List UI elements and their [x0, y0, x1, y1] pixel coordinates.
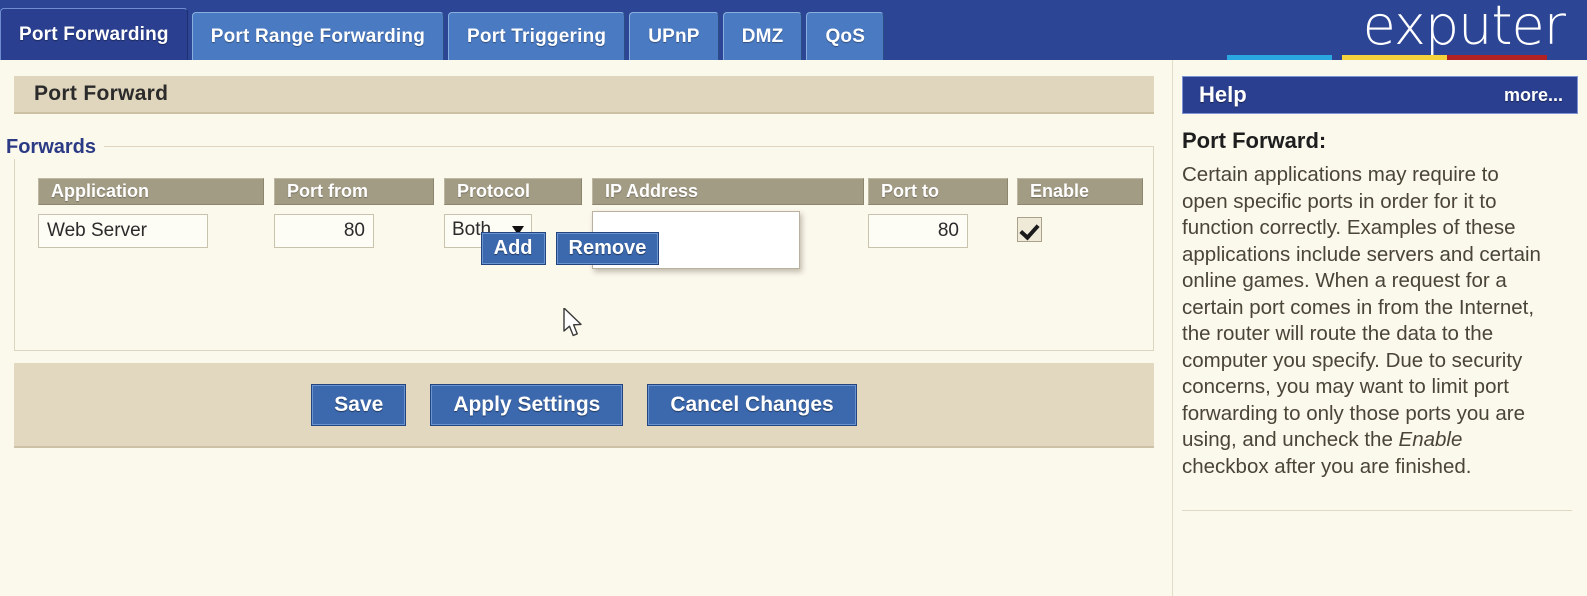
- save-button[interactable]: Save: [311, 383, 407, 426]
- help-text-part1: Certain applications may require to open…: [1182, 163, 1541, 451]
- help-divider: [1182, 510, 1572, 511]
- help-header: Help more...: [1182, 76, 1578, 114]
- brand-logo-text: exputer: [1362, 0, 1566, 57]
- settings-pane: Port Forward Forwards Application Port f…: [0, 60, 1165, 596]
- help-text-emphasis: Enable: [1398, 428, 1463, 451]
- apply-settings-button[interactable]: Apply Settings: [430, 383, 624, 426]
- tab-label: Port Forwarding: [19, 23, 169, 45]
- forwards-legend: Forwards: [0, 136, 105, 159]
- column-header-application: Application: [38, 178, 264, 205]
- column-header-port-to: Port to: [868, 178, 1008, 205]
- page-title: Port Forward: [14, 76, 1154, 114]
- column-header-protocol: Protocol: [444, 178, 582, 205]
- tab-label: Port Range Forwarding: [210, 25, 426, 47]
- tab-port-range-forwarding[interactable]: Port Range Forwarding: [191, 12, 445, 60]
- help-text-part2: checkbox after you are finished.: [1182, 454, 1472, 478]
- tab-qos[interactable]: QoS: [806, 12, 885, 60]
- tab-port-forwarding[interactable]: Port Forwarding: [0, 8, 188, 60]
- tab-list: Port Forwarding Port Range Forwarding Po…: [0, 8, 885, 60]
- row-action-buttons: Add Remove: [0, 232, 1140, 265]
- brand-logo: exputer: [1185, 0, 1566, 60]
- tab-port-triggering[interactable]: Port Triggering: [448, 12, 626, 60]
- page-content: Port Forward Forwards Application Port f…: [0, 60, 1587, 596]
- help-more-link[interactable]: more...: [1504, 85, 1563, 106]
- add-button[interactable]: Add: [480, 232, 546, 265]
- help-title: Help: [1199, 82, 1247, 107]
- tab-label: QoS: [825, 25, 866, 47]
- tab-label: UPnP: [648, 25, 700, 47]
- remove-button[interactable]: Remove: [555, 232, 660, 265]
- column-header-ip-address: IP Address: [592, 178, 864, 205]
- top-tab-bar: Port Forwarding Port Range Forwarding Po…: [0, 0, 1587, 60]
- cancel-changes-button[interactable]: Cancel Changes: [647, 383, 857, 426]
- help-body: Port Forward: Certain applications may r…: [1182, 128, 1582, 480]
- help-subtitle: Port Forward:: [1182, 128, 1327, 153]
- action-bar: Save Apply Settings Cancel Changes: [14, 363, 1154, 448]
- help-pane: Help more... Port Forward: Certain appli…: [1172, 60, 1587, 596]
- column-header-port-from: Port from: [274, 178, 434, 205]
- tab-label: DMZ: [741, 25, 784, 47]
- tab-dmz[interactable]: DMZ: [722, 12, 803, 60]
- tab-label: Port Triggering: [467, 25, 607, 47]
- column-header-enable: Enable: [1017, 178, 1143, 205]
- help-description: Certain applications may require to open…: [1182, 162, 1550, 480]
- tab-upnp[interactable]: UPnP: [629, 12, 719, 60]
